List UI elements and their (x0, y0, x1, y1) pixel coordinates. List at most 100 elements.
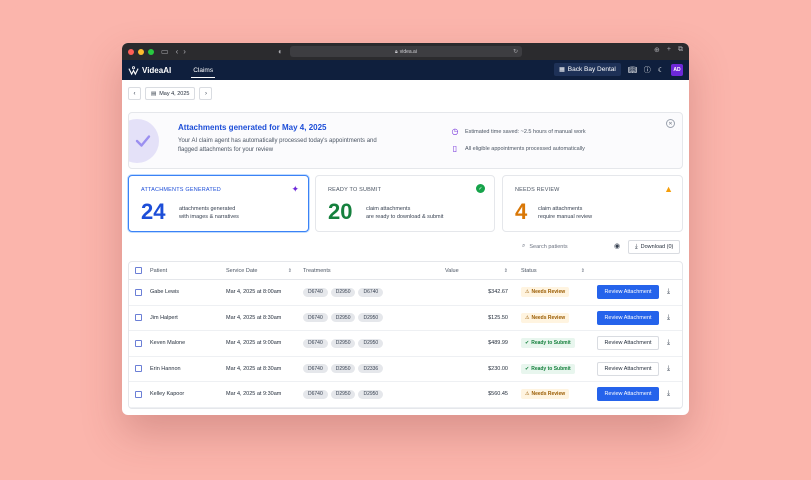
review-attachment-button[interactable]: Review Attachment (597, 285, 659, 300)
table-row[interactable]: Kelley Kapoor Mar 4, 2025 at 9:30am D674… (129, 382, 682, 408)
status-pill: ⚠ Needs Review (521, 287, 570, 298)
treatment-chip: D6740 (303, 338, 328, 348)
status-pill: ✔ Ready to Submit (521, 363, 575, 374)
treatment-chip: D2950 (330, 313, 356, 323)
forward-arrow-icon[interactable]: › (183, 47, 186, 56)
table-row[interactable]: Keven Malone Mar 4, 2025 at 9:00am D6740… (129, 331, 682, 357)
download-icon[interactable]: ⤓ (667, 314, 670, 322)
row-download-cell: ⤓ (667, 306, 670, 331)
help-icon[interactable]: ⓘ (644, 65, 651, 75)
date-navigation: ‹ ▤ May 4, 2025 › (128, 87, 213, 100)
review-attachment-button[interactable]: Review Attachment (597, 336, 659, 351)
review-attachment-cell: Review Attachment (597, 306, 659, 331)
table-row[interactable]: Jim Halpert Mar 4, 2025 at 8:30am D6740 … (129, 306, 682, 331)
treatment-codes: D6740 D2950 D2336 (303, 357, 386, 382)
review-attachment-button[interactable]: Review Attachment (597, 361, 659, 376)
select-all-checkbox[interactable] (135, 267, 142, 274)
close-window-button[interactable] (128, 48, 134, 55)
search-input[interactable]: ⌕ Search patients (518, 240, 610, 253)
card-number: 4 (515, 199, 528, 224)
claim-value: $230.00 (488, 365, 508, 372)
row-checkbox[interactable] (135, 288, 142, 296)
card-label: READY TO SUBMIT (328, 187, 382, 193)
browser-window: ▭ ‹ › ◐ 🔒︎ videa.ai ↻ ⊕ + ⧉ VideaAI Clai… (122, 43, 689, 415)
status-text: Needs Review (531, 289, 566, 296)
moon-icon[interactable]: ☾ (658, 66, 664, 74)
card-line-2: with images & narratives (179, 214, 239, 220)
sidebar-toggle-icon[interactable]: ▭ (161, 47, 169, 56)
clinic-selector[interactable]: ▦ Back Bay Dental (554, 63, 621, 76)
service-date: Mar 4, 2025 at 8:00am (226, 289, 282, 296)
service-date: Mar 4, 2025 at 9:00am (226, 340, 282, 347)
app-logo[interactable]: VideaAI (128, 65, 171, 76)
treatment-chip: D2950 (358, 389, 384, 399)
header-treatments[interactable]: Treatments (303, 262, 331, 279)
header-service-date[interactable]: Service Date ⇕ (226, 262, 292, 279)
card-description: attachments generated with images & narr… (179, 205, 239, 221)
card-attachments-generated[interactable]: ATTACHMENTS GENERATED 24 attachments gen… (128, 175, 309, 232)
download-manager-icon[interactable]: ⊕ (654, 46, 660, 54)
previous-date-button[interactable]: ‹ (128, 87, 141, 100)
row-checkbox[interactable] (135, 314, 142, 322)
status-badge: ⚠ Needs Review (521, 306, 570, 331)
summary-banner: Attachments generated for May 4, 2025 Yo… (128, 112, 683, 169)
minimize-window-button[interactable] (138, 48, 144, 55)
card-description: claim attachments are ready to download … (366, 205, 443, 221)
status-badge: ⚠ Needs Review (521, 280, 570, 305)
download-icon[interactable]: ⤓ (667, 339, 670, 347)
treatment-codes: D6740 D2950 D2950 (303, 382, 386, 407)
download-button[interactable]: ⤓ Download (0) (628, 240, 681, 254)
row-checkbox[interactable] (135, 365, 142, 373)
table-body: Gabe Lewis Mar 4, 2025 at 8:00am D6740 D… (129, 280, 682, 408)
status-badge: ✔ Ready to Submit (521, 331, 575, 356)
row-checkbox[interactable] (135, 390, 142, 398)
claim-value: $560.45 (488, 391, 508, 398)
download-icon[interactable]: ⤓ (667, 365, 670, 373)
sort-icon: ⇕ (503, 267, 508, 274)
maximize-window-button[interactable] (148, 48, 154, 55)
header-status-label: Status (521, 267, 537, 274)
document-icon: ▯ (452, 144, 458, 153)
treatment-chip: D6740 (303, 389, 328, 399)
treatment-chip: D6740 (303, 313, 328, 323)
download-icon[interactable]: ⤓ (667, 288, 670, 296)
back-arrow-icon[interactable]: ‹ (176, 47, 179, 56)
banner-title: Attachments generated for May 4, 2025 (178, 123, 327, 132)
review-attachment-button[interactable]: Review Attachment (597, 310, 659, 325)
header-status[interactable]: Status ⇕ (521, 262, 585, 279)
row-checkbox[interactable] (135, 339, 142, 347)
card-line-1: claim attachments (366, 206, 411, 212)
close-icon[interactable]: ✕ (666, 119, 675, 128)
avatar[interactable]: AD (671, 63, 683, 76)
browser-toolbar: ▭ ‹ › ◐ 🔒︎ videa.ai ↻ ⊕ + ⧉ (122, 43, 689, 60)
next-date-button[interactable]: › (199, 87, 213, 100)
address-bar[interactable]: 🔒︎ videa.ai ↻ (290, 46, 522, 57)
card-label: NEEDS REVIEW (515, 187, 560, 193)
eye-icon[interactable]: ◉ (614, 242, 620, 250)
header-patient[interactable]: Patient (150, 262, 167, 279)
patient-name: Kelley Kapoor (150, 391, 185, 398)
tab-overview-icon[interactable]: ⧉ (678, 46, 683, 54)
date-picker[interactable]: ▤ May 4, 2025 (145, 87, 196, 100)
card-needs-review[interactable]: NEEDS REVIEW 4 claim attachments require… (502, 175, 683, 232)
treatment-chip: D6740 (303, 287, 328, 297)
patient-name: Gabe Lewis (150, 289, 180, 296)
new-tab-icon[interactable]: + (667, 46, 671, 54)
shield-icon[interactable]: ◐ (278, 48, 283, 56)
status-pill: ⚠ Needs Review (521, 312, 570, 323)
header-value[interactable]: Value ⇕ (445, 262, 508, 279)
review-attachment-button[interactable]: Review Attachment (597, 387, 659, 402)
sort-icon: ⇕ (580, 267, 585, 274)
review-attachment-cell: Review Attachment (597, 357, 659, 382)
nav-tab-claims[interactable]: Claims (191, 64, 215, 78)
card-ready-to-submit[interactable]: READY TO SUBMIT 20 claim attachments are… (315, 175, 495, 232)
treatment-codes: D6740 D2950 D6740 (303, 280, 386, 305)
table-row[interactable]: Erin Hannon Mar 4, 2025 at 8:30am D6740 … (129, 357, 682, 382)
row-download-cell: ⤓ (667, 331, 670, 356)
status-text: Needs Review (531, 314, 566, 321)
treatment-chip: D6740 (358, 287, 384, 297)
table-row[interactable]: Gabe Lewis Mar 4, 2025 at 8:00am D6740 D… (129, 280, 682, 306)
book-icon[interactable]: 📖︎ (628, 66, 637, 74)
download-icon[interactable]: ⤓ (667, 390, 670, 398)
reload-icon[interactable]: ↻ (513, 48, 518, 55)
